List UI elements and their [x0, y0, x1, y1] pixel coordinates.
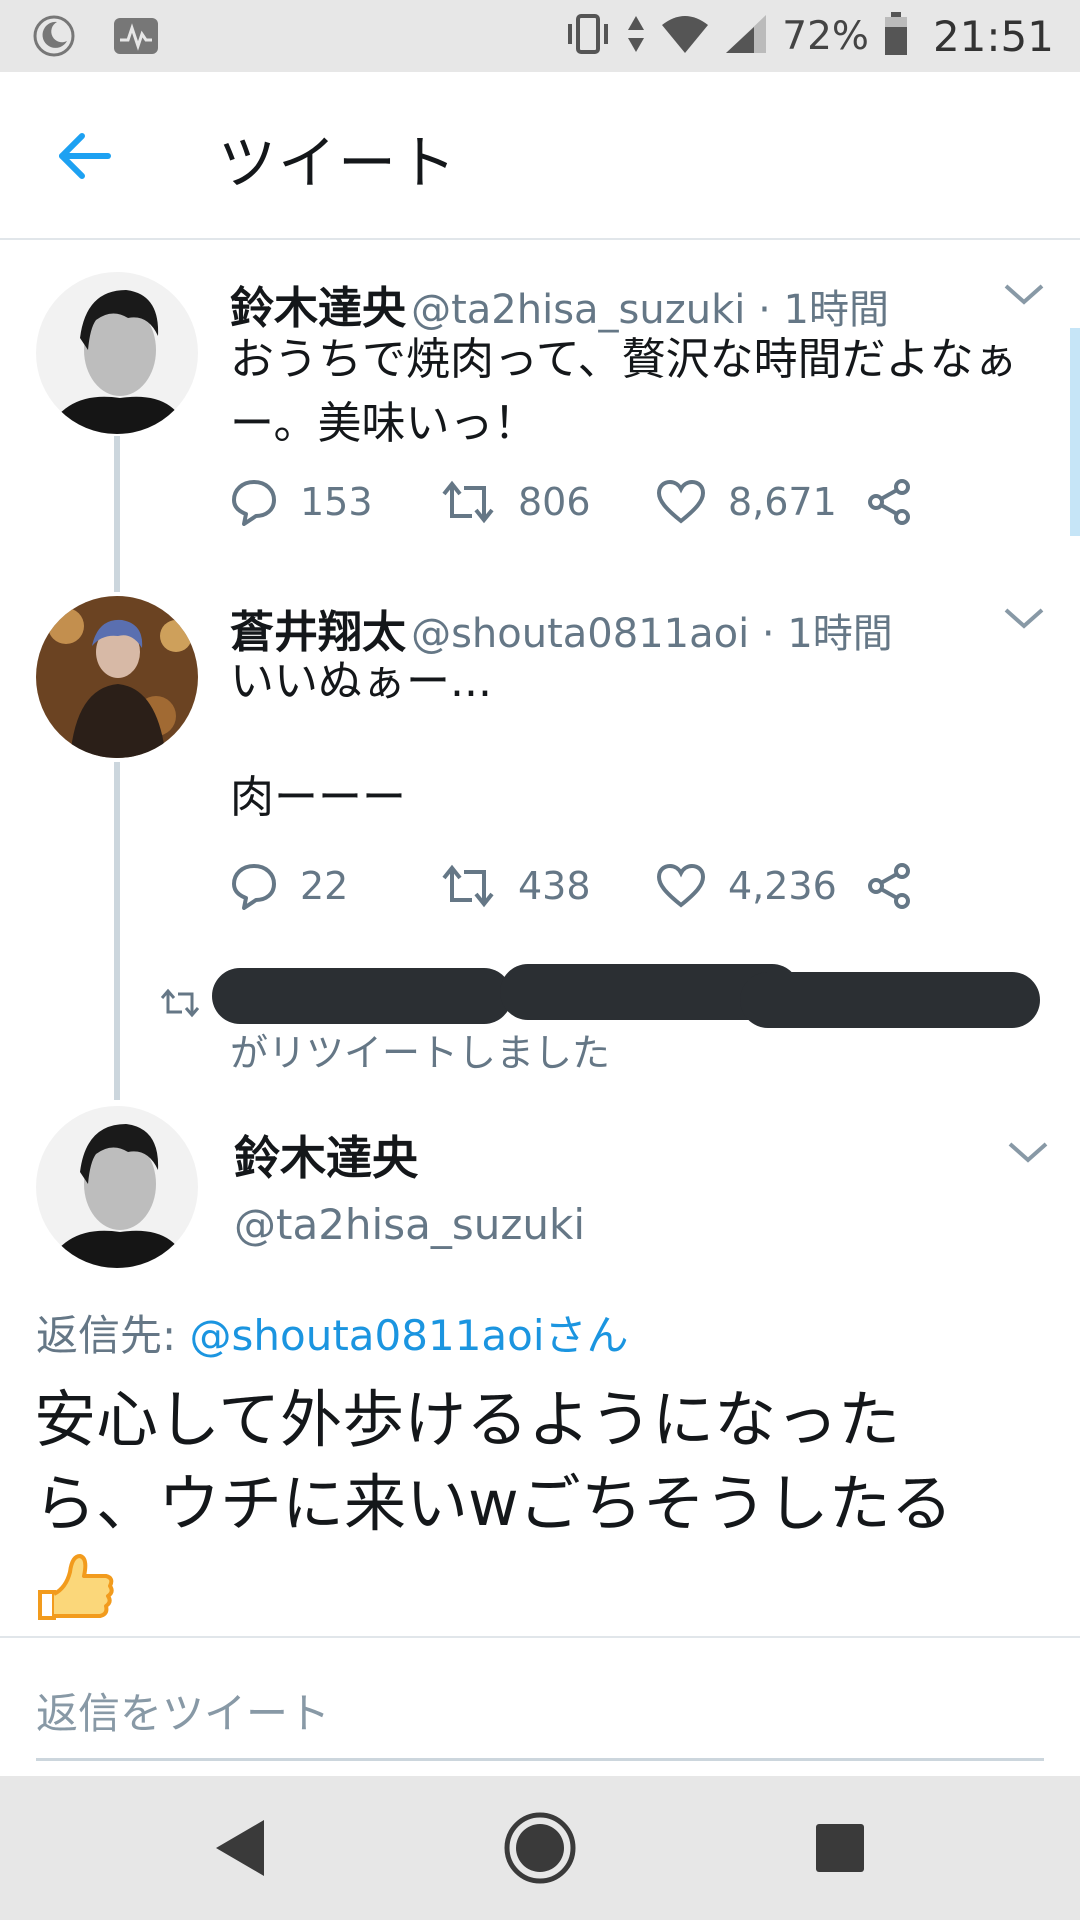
nav-recents-button[interactable] — [798, 1806, 882, 1890]
page-title: ツイート — [218, 129, 459, 197]
reply-count: 22 — [300, 864, 349, 908]
author-name[interactable]: 鈴木達央 — [230, 283, 406, 334]
like-count: 8,671 — [728, 480, 837, 524]
share-icon — [868, 863, 910, 909]
vibrate-icon — [564, 12, 612, 60]
retweet-icon — [442, 864, 494, 908]
retweet-label: がリツイートしました — [230, 1031, 611, 1075]
nav-home-icon — [504, 1812, 576, 1884]
scroll-indicator — [1070, 328, 1080, 536]
app-header: ツイート — [0, 72, 1080, 240]
retweet-icon — [160, 988, 200, 1018]
tweet-actions: 22 438 4,236 — [230, 856, 930, 916]
signal-icon — [724, 13, 768, 59]
reply-input[interactable]: 返信をツイート — [36, 1680, 1044, 1741]
thread-line — [114, 762, 120, 1100]
retweet-button[interactable]: 806 — [440, 472, 591, 532]
author-handle[interactable]: @ta2hisa_suzuki · 1時間 — [411, 287, 889, 333]
system-nav-bar — [0, 1776, 1080, 1920]
reply-input-underline — [36, 1758, 1044, 1761]
retweet-button[interactable]: 438 — [440, 856, 591, 916]
reply-button[interactable]: 153 — [230, 472, 373, 532]
back-arrow-icon — [59, 133, 111, 179]
reply-icon — [232, 480, 276, 526]
retweet-icon — [442, 480, 494, 524]
avatar[interactable] — [36, 1106, 198, 1268]
data-arrows-icon — [626, 12, 646, 60]
reply-button[interactable]: 22 — [230, 856, 348, 916]
heart-icon — [656, 863, 706, 908]
thread-line — [114, 436, 120, 592]
share-icon — [868, 479, 910, 525]
tweet-actions: 153 806 8,671 — [230, 472, 930, 532]
activity-icon — [112, 14, 160, 58]
chevron-down-icon[interactable] — [1000, 604, 1048, 634]
nav-back-icon — [216, 1820, 264, 1876]
clock: 21:51 — [932, 11, 1054, 61]
nav-back-button[interactable] — [198, 1806, 282, 1890]
like-button[interactable]: 8,671 — [656, 472, 837, 532]
main-tweet-text: 安心して外歩けるようになった ら、ウチに来いwごちそうしたる — [34, 1383, 953, 1540]
battery-percent: 72% — [782, 13, 869, 59]
tweet-header: 鈴木達央 @ta2hisa_suzuki · 1時間 — [230, 272, 889, 336]
thumbs-up-icon — [38, 1554, 114, 1620]
reply-to-line: 返信先: @shouta0811aoiさん — [36, 1311, 629, 1360]
chevron-down-icon[interactable] — [1004, 1138, 1052, 1168]
share-button[interactable] — [866, 856, 914, 916]
wifi-icon — [660, 13, 710, 59]
status-bar: 72% 21:51 — [0, 0, 1080, 72]
avatar[interactable] — [36, 272, 198, 434]
battery-icon — [883, 11, 909, 61]
avatar[interactable] — [36, 596, 198, 758]
nav-recents-icon — [816, 1824, 864, 1872]
reply-count: 153 — [300, 480, 373, 524]
moon-icon — [30, 14, 78, 58]
tweet-text: いいぬぁー... 肉ーーー — [230, 656, 492, 823]
chevron-down-icon[interactable] — [1000, 280, 1048, 310]
tweet-text: おうちで焼肉って、贅沢な時間だよなぁ ー。美味いっ！ — [230, 334, 1018, 449]
back-button[interactable] — [52, 124, 116, 188]
share-button[interactable] — [866, 472, 914, 532]
nav-home-button[interactable] — [498, 1806, 582, 1890]
retweet-count: 806 — [518, 480, 591, 524]
divider — [0, 1636, 1080, 1638]
like-button[interactable]: 4,236 — [656, 856, 837, 916]
author-handle[interactable]: @ta2hisa_suzuki — [234, 1200, 585, 1249]
like-count: 4,236 — [728, 864, 837, 908]
reply-icon — [232, 864, 276, 910]
heart-icon — [656, 479, 706, 524]
reply-mention-link[interactable]: @shouta0811aoiさん — [190, 1311, 629, 1360]
author-name[interactable]: 鈴木達央 — [234, 1122, 418, 1188]
retweet-count: 438 — [518, 864, 591, 908]
